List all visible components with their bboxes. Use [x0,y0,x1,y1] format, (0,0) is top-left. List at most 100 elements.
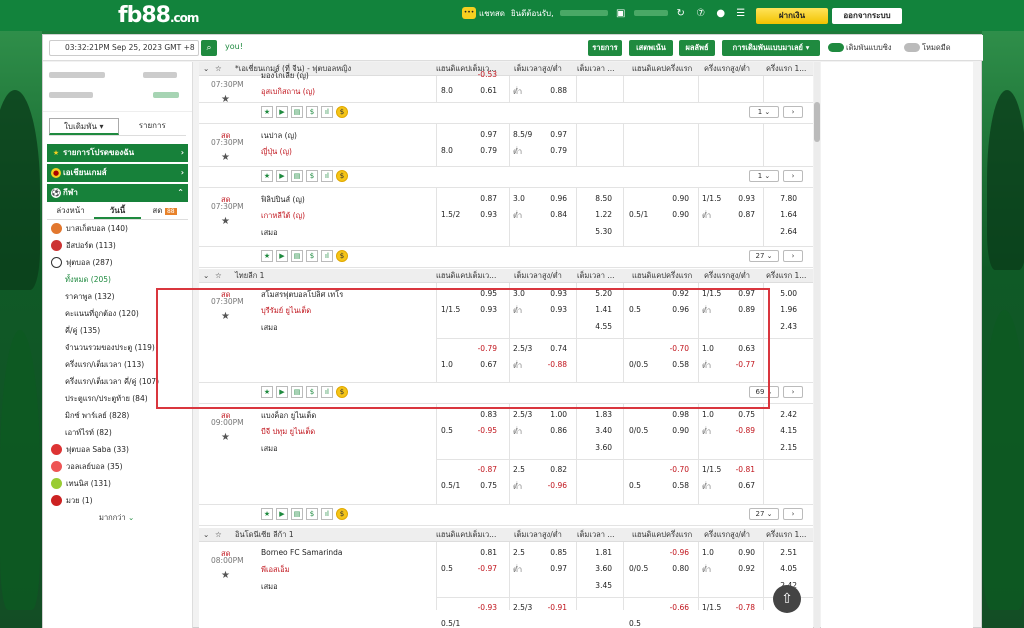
odds-value[interactable]: 0.74 [537,344,567,353]
next-button[interactable]: › [783,508,803,520]
away-team[interactable]: อุสเบกิสถาน (ญ) [261,86,315,98]
odds-value[interactable]: 0.81 [469,548,497,557]
dollar-icon[interactable]: $ [306,250,318,262]
odds-value[interactable]: 0.84 [537,210,567,219]
home-team[interactable]: เนปาล (ญ) [261,130,297,142]
odds-value[interactable]: 0.89 [725,305,755,314]
odds-value[interactable]: -0.91 [537,603,567,612]
home-team[interactable]: ฟิลิปปินส์ (ญ) [261,194,305,206]
odds-value[interactable]: 0.93 [469,305,497,314]
odds-value[interactable]: 0.93 [537,305,567,314]
odds-value[interactable]: 2.42 [769,410,797,419]
stats-icon[interactable]: ▤ [291,106,303,118]
highlight-button[interactable]: เสตพเน้น [629,40,673,56]
more-markets-select[interactable]: 69 ⌄ [749,386,779,398]
odds-value[interactable]: 4.15 [769,426,797,435]
scroll-top-button[interactable]: ⇧ [773,585,801,613]
star-icon[interactable]: ★ [261,250,273,262]
star-icon[interactable]: ★ [221,152,230,163]
odds-value[interactable]: -0.70 [661,465,689,474]
odds-value[interactable]: 0.90 [661,194,689,203]
search-icon[interactable]: ⌕ [201,40,217,56]
away-team[interactable]: ญี่ปุ่น (ญ) [261,146,292,158]
odds-value[interactable]: 1.22 [584,210,612,219]
odds-value[interactable]: 0.58 [661,360,689,369]
odds-value[interactable]: 1.96 [769,305,797,314]
odds-value[interactable]: 0.93 [537,289,567,298]
star-icon[interactable]: ★ [221,570,230,581]
collapse-icon[interactable]: ⌄ [203,528,209,542]
more-sports-button[interactable]: มากกว่า ⌄ [43,509,192,526]
scrollbar[interactable] [814,62,820,628]
chart-icon[interactable]: ıl [321,106,333,118]
section-sports[interactable]: ⚽ กีฬา ⌃ [47,184,188,202]
star-icon[interactable]: ☆ [215,269,222,283]
section-asian-games[interactable]: ● เอเชียนเกมส์ › [47,164,188,182]
odds-value[interactable]: 0.87 [469,194,497,203]
sport-boxing[interactable]: มวย (1) [43,492,192,509]
logout-button[interactable]: ออกจากระบบ [832,8,902,24]
football-sub-item[interactable]: จำนวนรวมของประตู (119) [43,339,192,356]
play-icon[interactable]: ▶ [276,508,288,520]
dollar-icon[interactable]: $ [306,508,318,520]
tab-today[interactable]: วันนี้ [94,202,141,219]
football-sub-item[interactable]: คี่/คู่ (135) [43,322,192,339]
dark-mode-toggle[interactable] [904,43,920,52]
odds-value[interactable]: -0.97 [469,564,497,573]
odds-value[interactable]: 1.83 [584,410,612,419]
star-icon[interactable]: ☆ [215,62,222,76]
odds-value[interactable]: 0.75 [725,410,755,419]
user-icon[interactable]: ● [714,6,728,20]
football-sub-item[interactable]: ประตูแรก/ประตูท้าย (84) [43,390,192,407]
sport-football[interactable]: ฟุตบอล (287) [43,254,192,271]
dollar-icon[interactable]: $ [306,170,318,182]
away-team[interactable]: พีเอสเอ็ม [261,564,290,576]
collapse-icon[interactable]: ⌄ [203,62,209,76]
chart-icon[interactable]: ıl [321,170,333,182]
home-team[interactable]: มองโกเลีย (ญ) [261,70,309,82]
star-icon[interactable]: ★ [261,106,273,118]
odds-value[interactable]: -0.77 [725,360,755,369]
odds-value[interactable]: -0.79 [469,344,497,353]
odds-value[interactable]: 0.97 [537,564,567,573]
star-icon[interactable]: ★ [261,170,273,182]
next-button[interactable]: › [783,170,803,182]
odds-value[interactable]: 1.00 [537,410,567,419]
items-button[interactable]: รายการ [588,40,622,56]
odds-value[interactable]: 0.75 [469,481,497,490]
odds-value[interactable]: -0.78 [725,603,755,612]
away-team[interactable]: บีจี ปทุม ยูไนเต็ด [261,426,315,438]
odds-value[interactable]: 0.61 [469,86,497,95]
star-icon[interactable]: ★ [221,94,230,105]
star-icon[interactable]: ★ [221,216,230,227]
odds-value[interactable]: 0.97 [537,130,567,139]
odds-value[interactable]: 0.95 [469,289,497,298]
odds-value[interactable]: 0.85 [537,548,567,557]
football-sub-item[interactable]: ครึ่งแรก/เต็มเวลา คี่/คู่ (107) [43,373,192,390]
odds-value[interactable]: 2.15 [769,443,797,452]
odds-value[interactable]: 0.87 [725,210,755,219]
odds-value[interactable]: -0.81 [725,465,755,474]
odds-value[interactable]: 0.98 [661,410,689,419]
odds-value[interactable]: -0.70 [661,344,689,353]
odds-value[interactable]: 0.83 [469,410,497,419]
odds-value[interactable]: 0.96 [537,194,567,203]
sport-basketball[interactable]: บาสเก็ตบอล (140) [43,220,192,237]
football-sub-item[interactable]: มิกซ์ พาร์เลย์ (828) [43,407,192,424]
sport-volleyball[interactable]: วอลเลย์บอล (35) [43,458,192,475]
odds-value[interactable]: 0.86 [537,426,567,435]
odds-value[interactable]: 5.30 [584,227,612,236]
odds-value[interactable]: 7.80 [769,194,797,203]
odds-type-select[interactable]: การเดิมพันแบบมาเลย์ ▾ [722,40,820,56]
league-header[interactable]: ⌄ ☆ ไทยลีก 1 แฮนดิแคปเต็มเว... เต็มเวลาสูง/ต… [199,269,813,283]
stats-icon[interactable]: ▤ [291,250,303,262]
odds-value[interactable]: 0.63 [725,344,755,353]
odds-value[interactable]: 3.60 [584,443,612,452]
odds-value[interactable]: 0.58 [661,481,689,490]
stats-icon[interactable]: ▤ [291,508,303,520]
coin-icon[interactable]: $ [336,250,348,262]
deposit-button[interactable]: ฝากเงิน [756,8,828,24]
away-team[interactable]: บุรีรัมย์ ยูไนเต็ด [261,305,311,317]
odds-value[interactable]: 0.67 [469,360,497,369]
odds-value[interactable]: 3.60 [584,564,612,573]
